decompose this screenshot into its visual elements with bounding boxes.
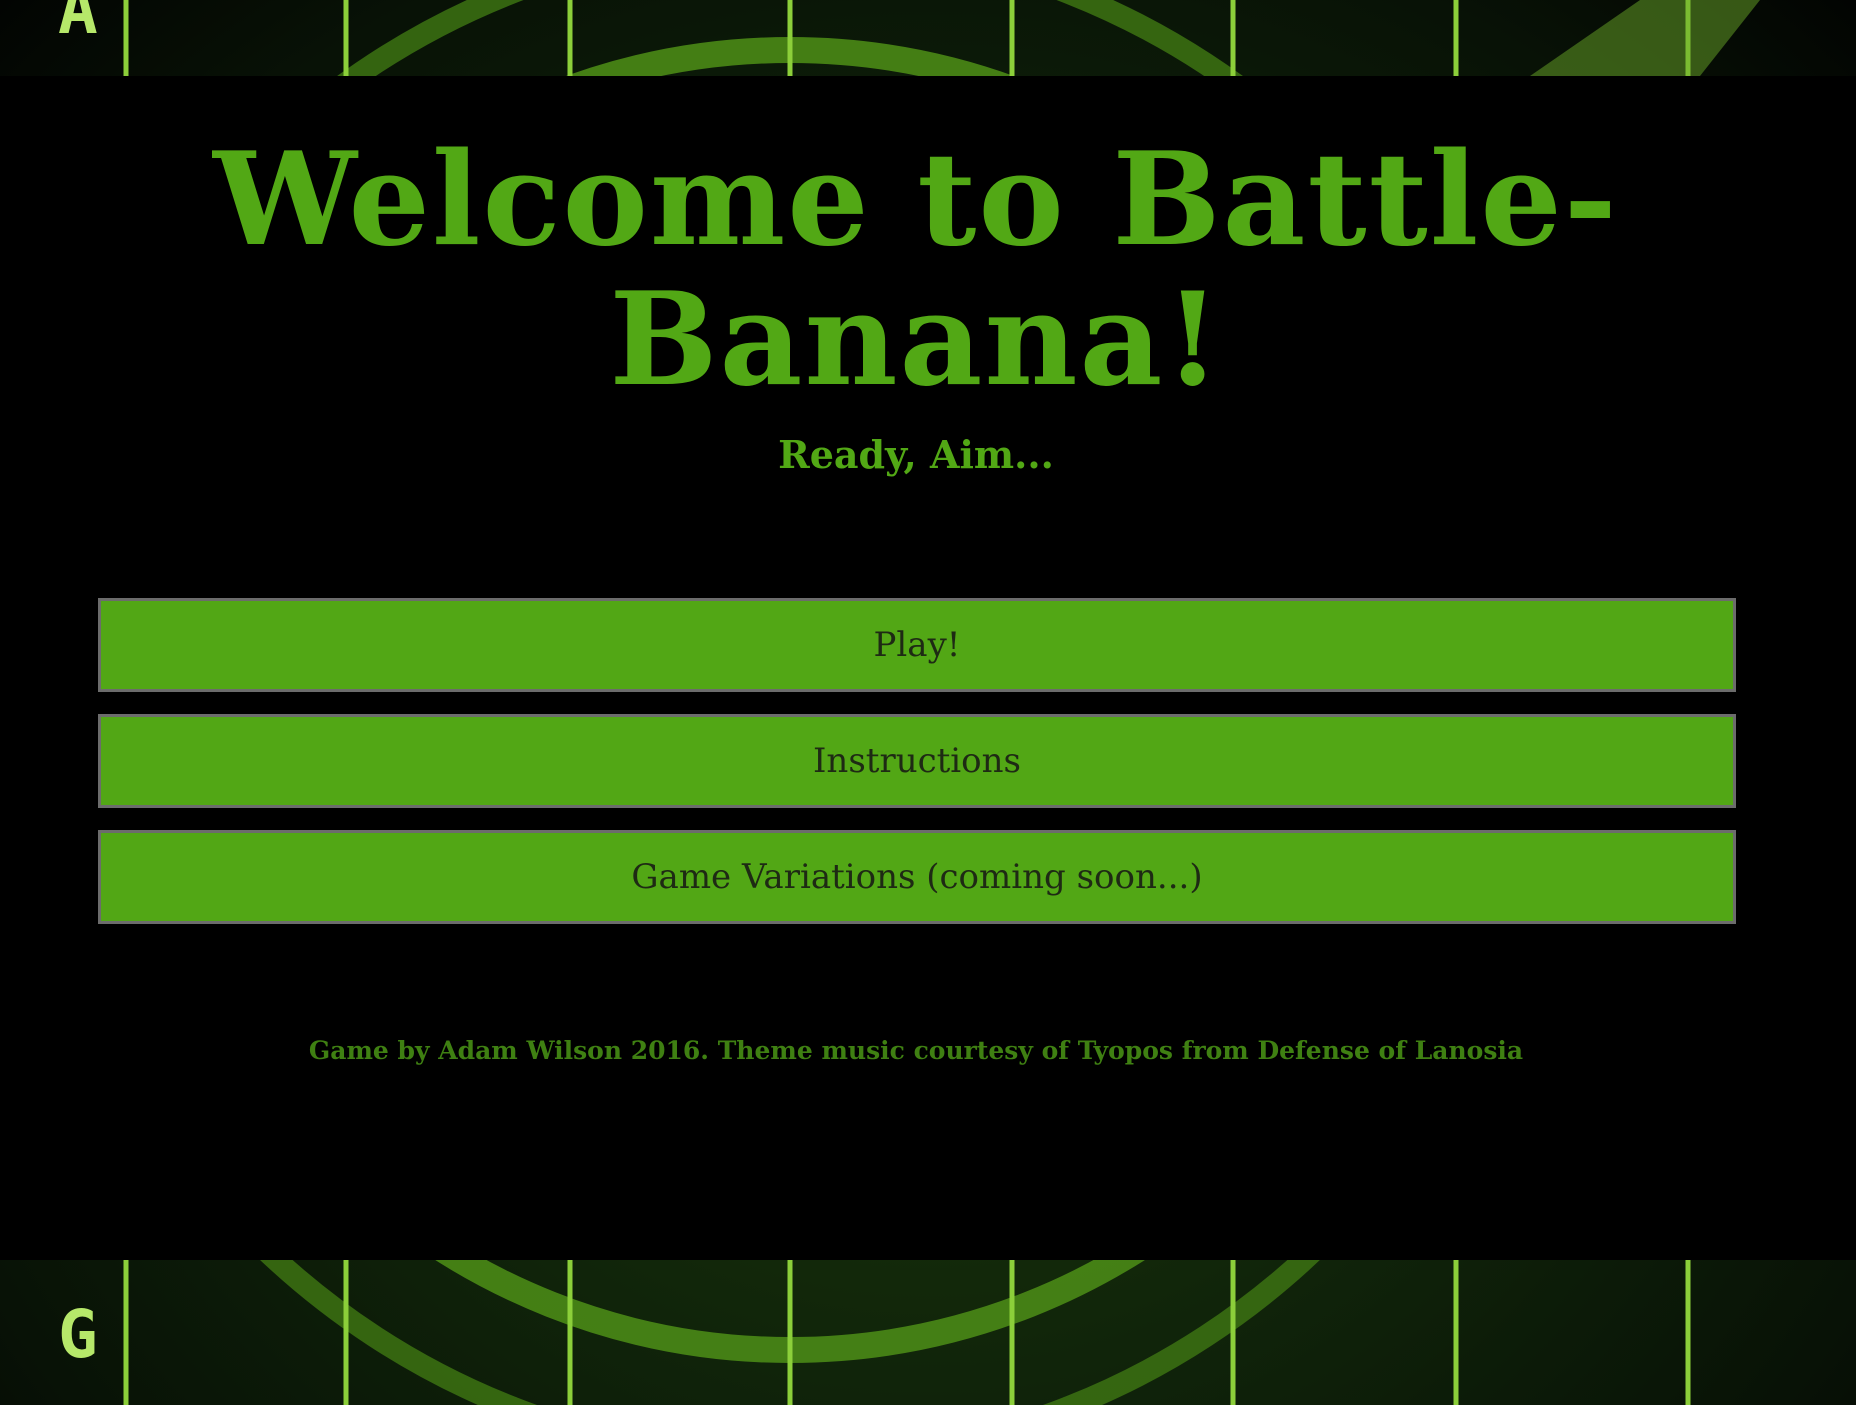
grid-letter-bottom: G: [58, 1296, 98, 1373]
play-button[interactable]: Play!: [98, 598, 1736, 692]
game-variations-button[interactable]: Game Variations (coming soon...): [98, 830, 1736, 924]
page-title: Welcome to Battle-Banana!: [213, 125, 1619, 415]
instructions-button[interactable]: Instructions: [98, 714, 1736, 808]
grid-letter-top: A: [58, 0, 98, 49]
page-subtitle: Ready, Aim...: [778, 432, 1054, 477]
credits-footer: Game by Adam Wilson 2016. Theme music co…: [308, 1036, 1524, 1065]
